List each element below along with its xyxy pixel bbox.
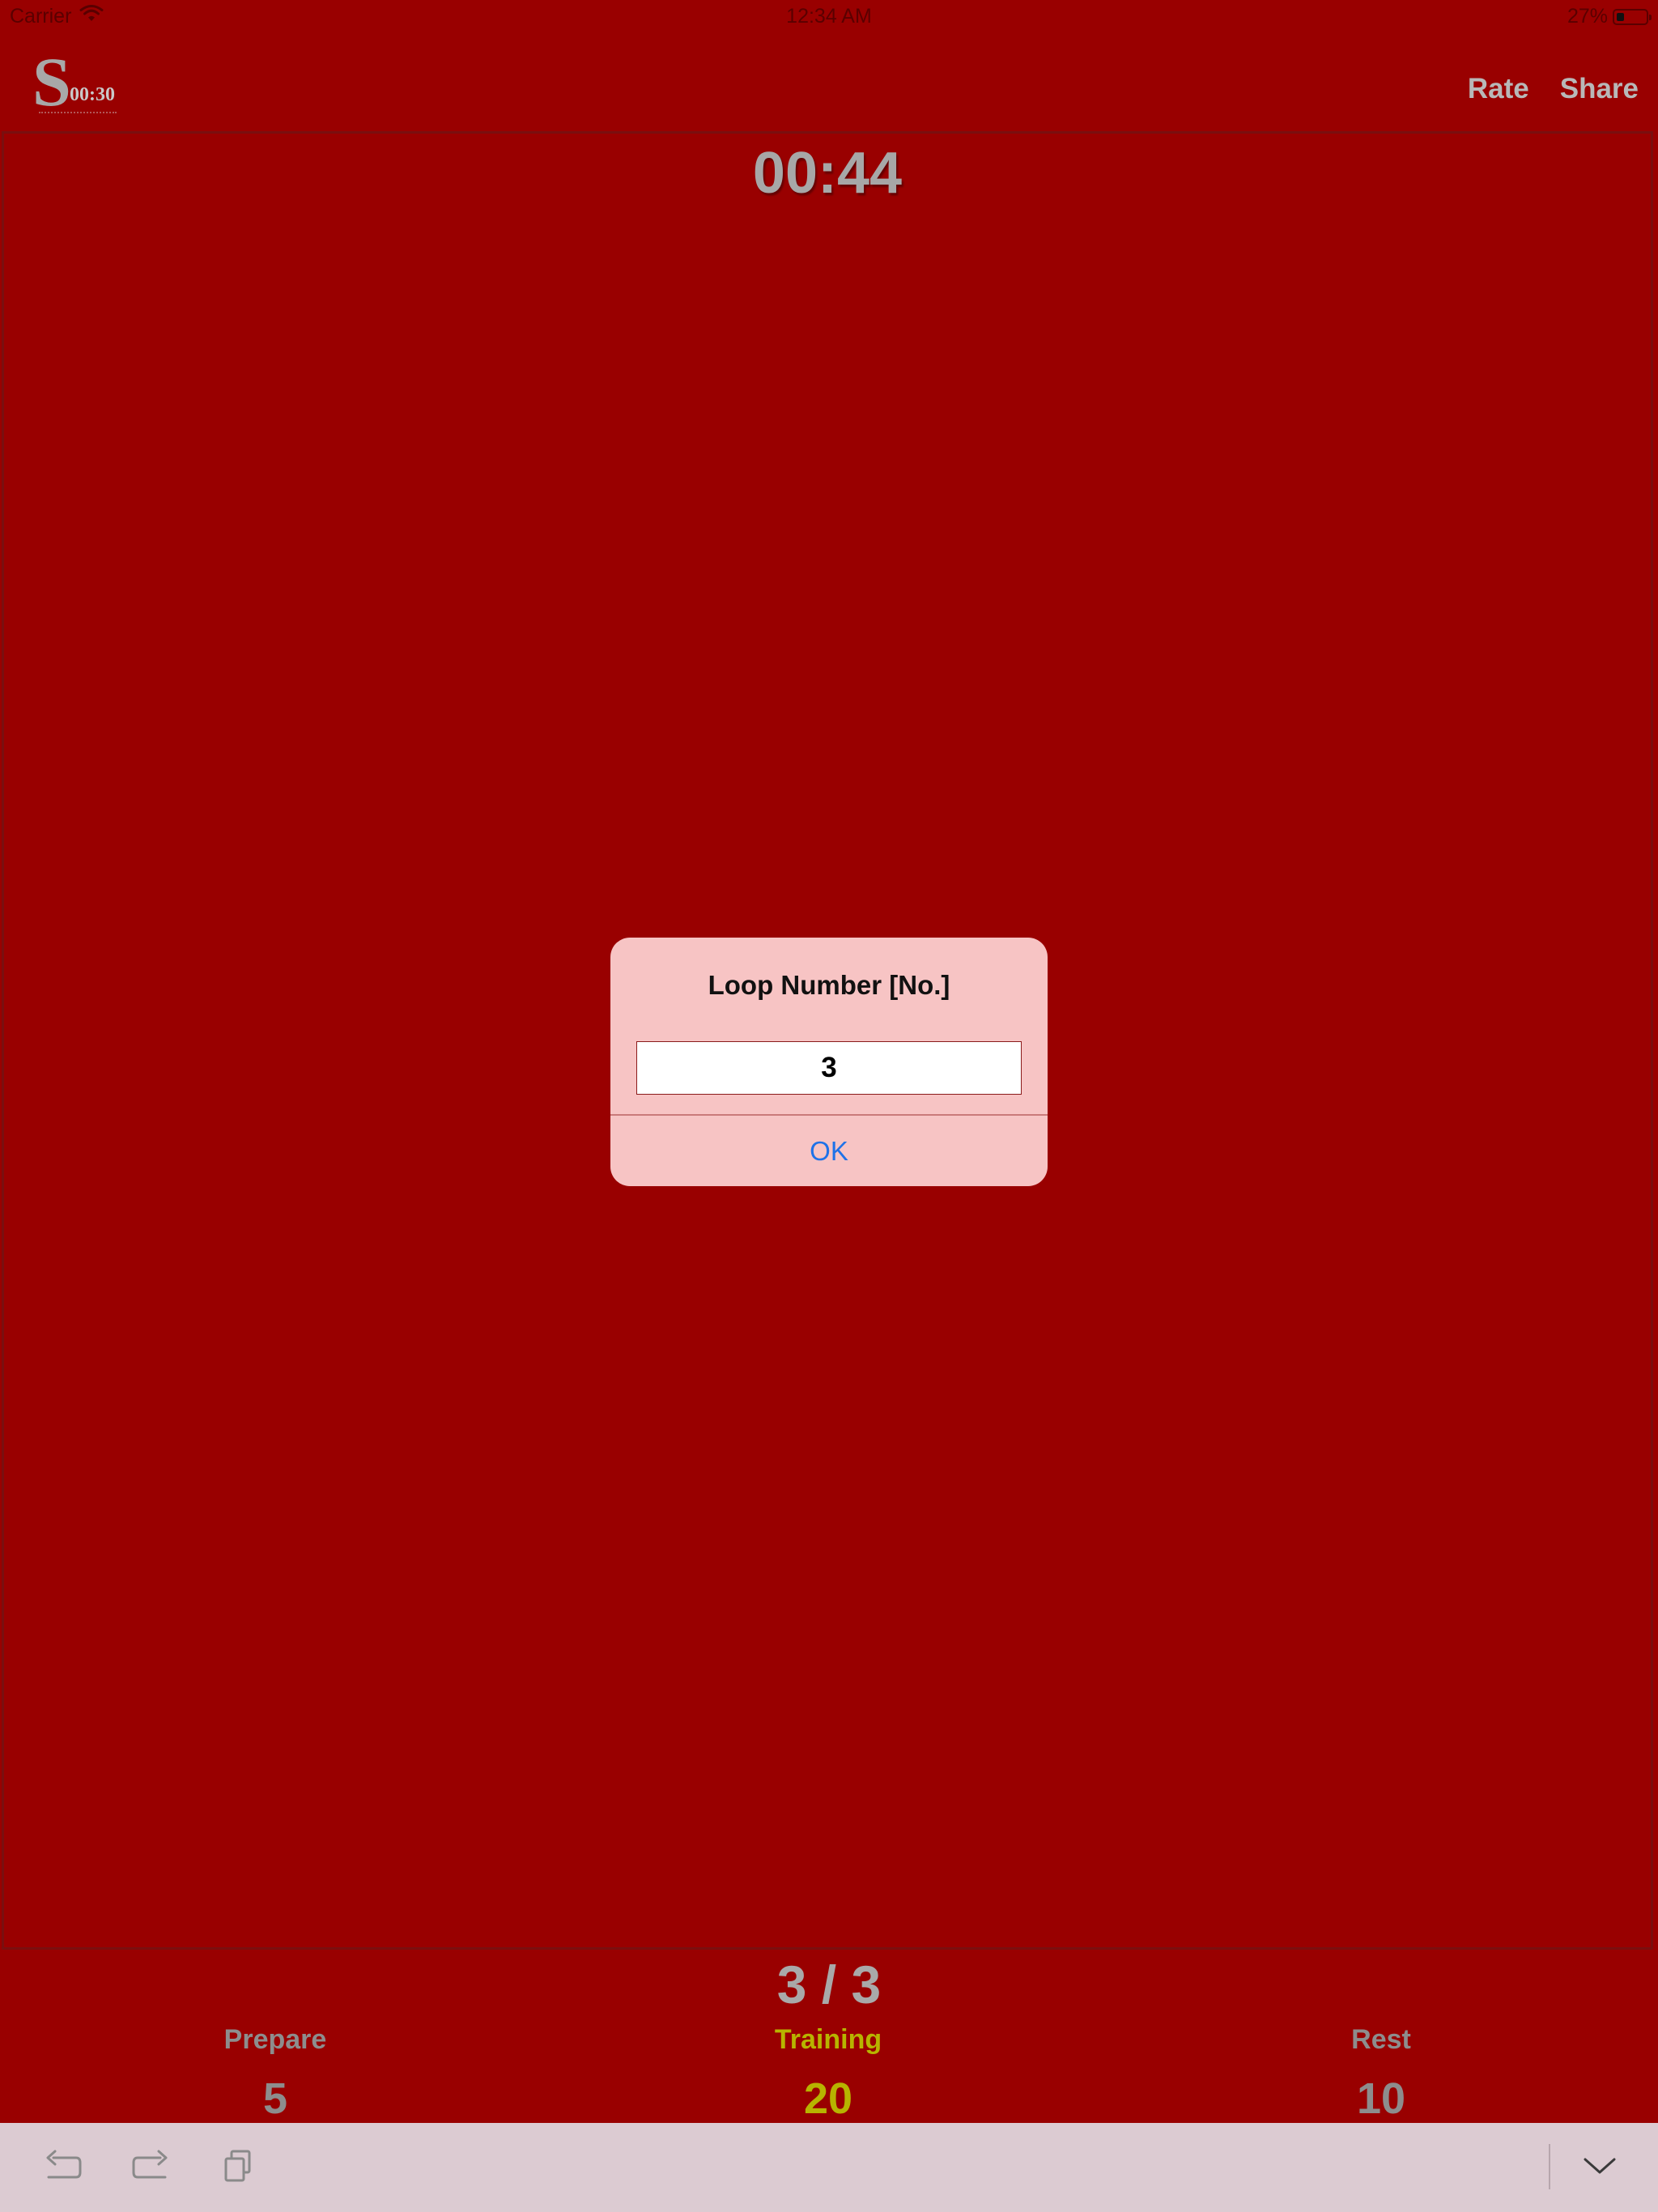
share-button[interactable]: Share	[1560, 73, 1639, 105]
timer-display: 00:44	[752, 141, 903, 206]
phase-value: 20	[803, 2074, 853, 2123]
status-time: 12:34 AM	[786, 5, 872, 28]
phase-label: Prepare	[223, 2024, 327, 2055]
redo-icon	[131, 2150, 170, 2186]
undo-button[interactable]	[39, 2147, 87, 2188]
phase-rest[interactable]: Rest 10	[1260, 2024, 1503, 2124]
redo-button[interactable]	[126, 2147, 175, 2188]
toolbar-separator	[1549, 2144, 1550, 2189]
battery-icon	[1613, 8, 1652, 25]
loop-number-input[interactable]	[636, 1041, 1022, 1095]
undo-icon	[44, 2150, 83, 2186]
loop-number-alert: Loop Number [No.] OK	[610, 938, 1048, 1186]
phase-training[interactable]: Training 20	[707, 2024, 950, 2124]
phase-value: 10	[1356, 2074, 1406, 2123]
app-logo: S 00:30	[32, 47, 130, 120]
ok-button[interactable]: OK	[610, 1116, 1048, 1186]
rate-button[interactable]: Rate	[1468, 73, 1529, 105]
phase-label: Rest	[1351, 2024, 1411, 2055]
logo-time: 00:30	[70, 84, 115, 105]
nav-actions: Rate Share	[1468, 73, 1639, 105]
phase-value: 5	[262, 2074, 288, 2123]
logo-letter: S	[32, 43, 71, 121]
keyboard-toolbar	[0, 2123, 1658, 2212]
logo-underline	[39, 112, 117, 115]
phase-label: Training	[774, 2024, 882, 2055]
loop-counter: 3 / 3	[776, 1955, 882, 2014]
status-battery: 27%	[1567, 5, 1652, 28]
phase-prepare[interactable]: Prepare 5	[154, 2024, 397, 2124]
chevron-down-icon	[1582, 2155, 1618, 2181]
battery-percent: 27%	[1567, 5, 1608, 28]
paste-icon	[222, 2149, 254, 2187]
status-bar: Carrier 12:34 AM 27%	[0, 0, 1658, 32]
paste-button[interactable]	[214, 2147, 262, 2188]
dismiss-keyboard-button[interactable]	[1575, 2147, 1624, 2188]
alert-title: Loop Number [No.]	[708, 970, 950, 1000]
nav-bar: S 00:30 Rate Share	[0, 32, 1658, 131]
